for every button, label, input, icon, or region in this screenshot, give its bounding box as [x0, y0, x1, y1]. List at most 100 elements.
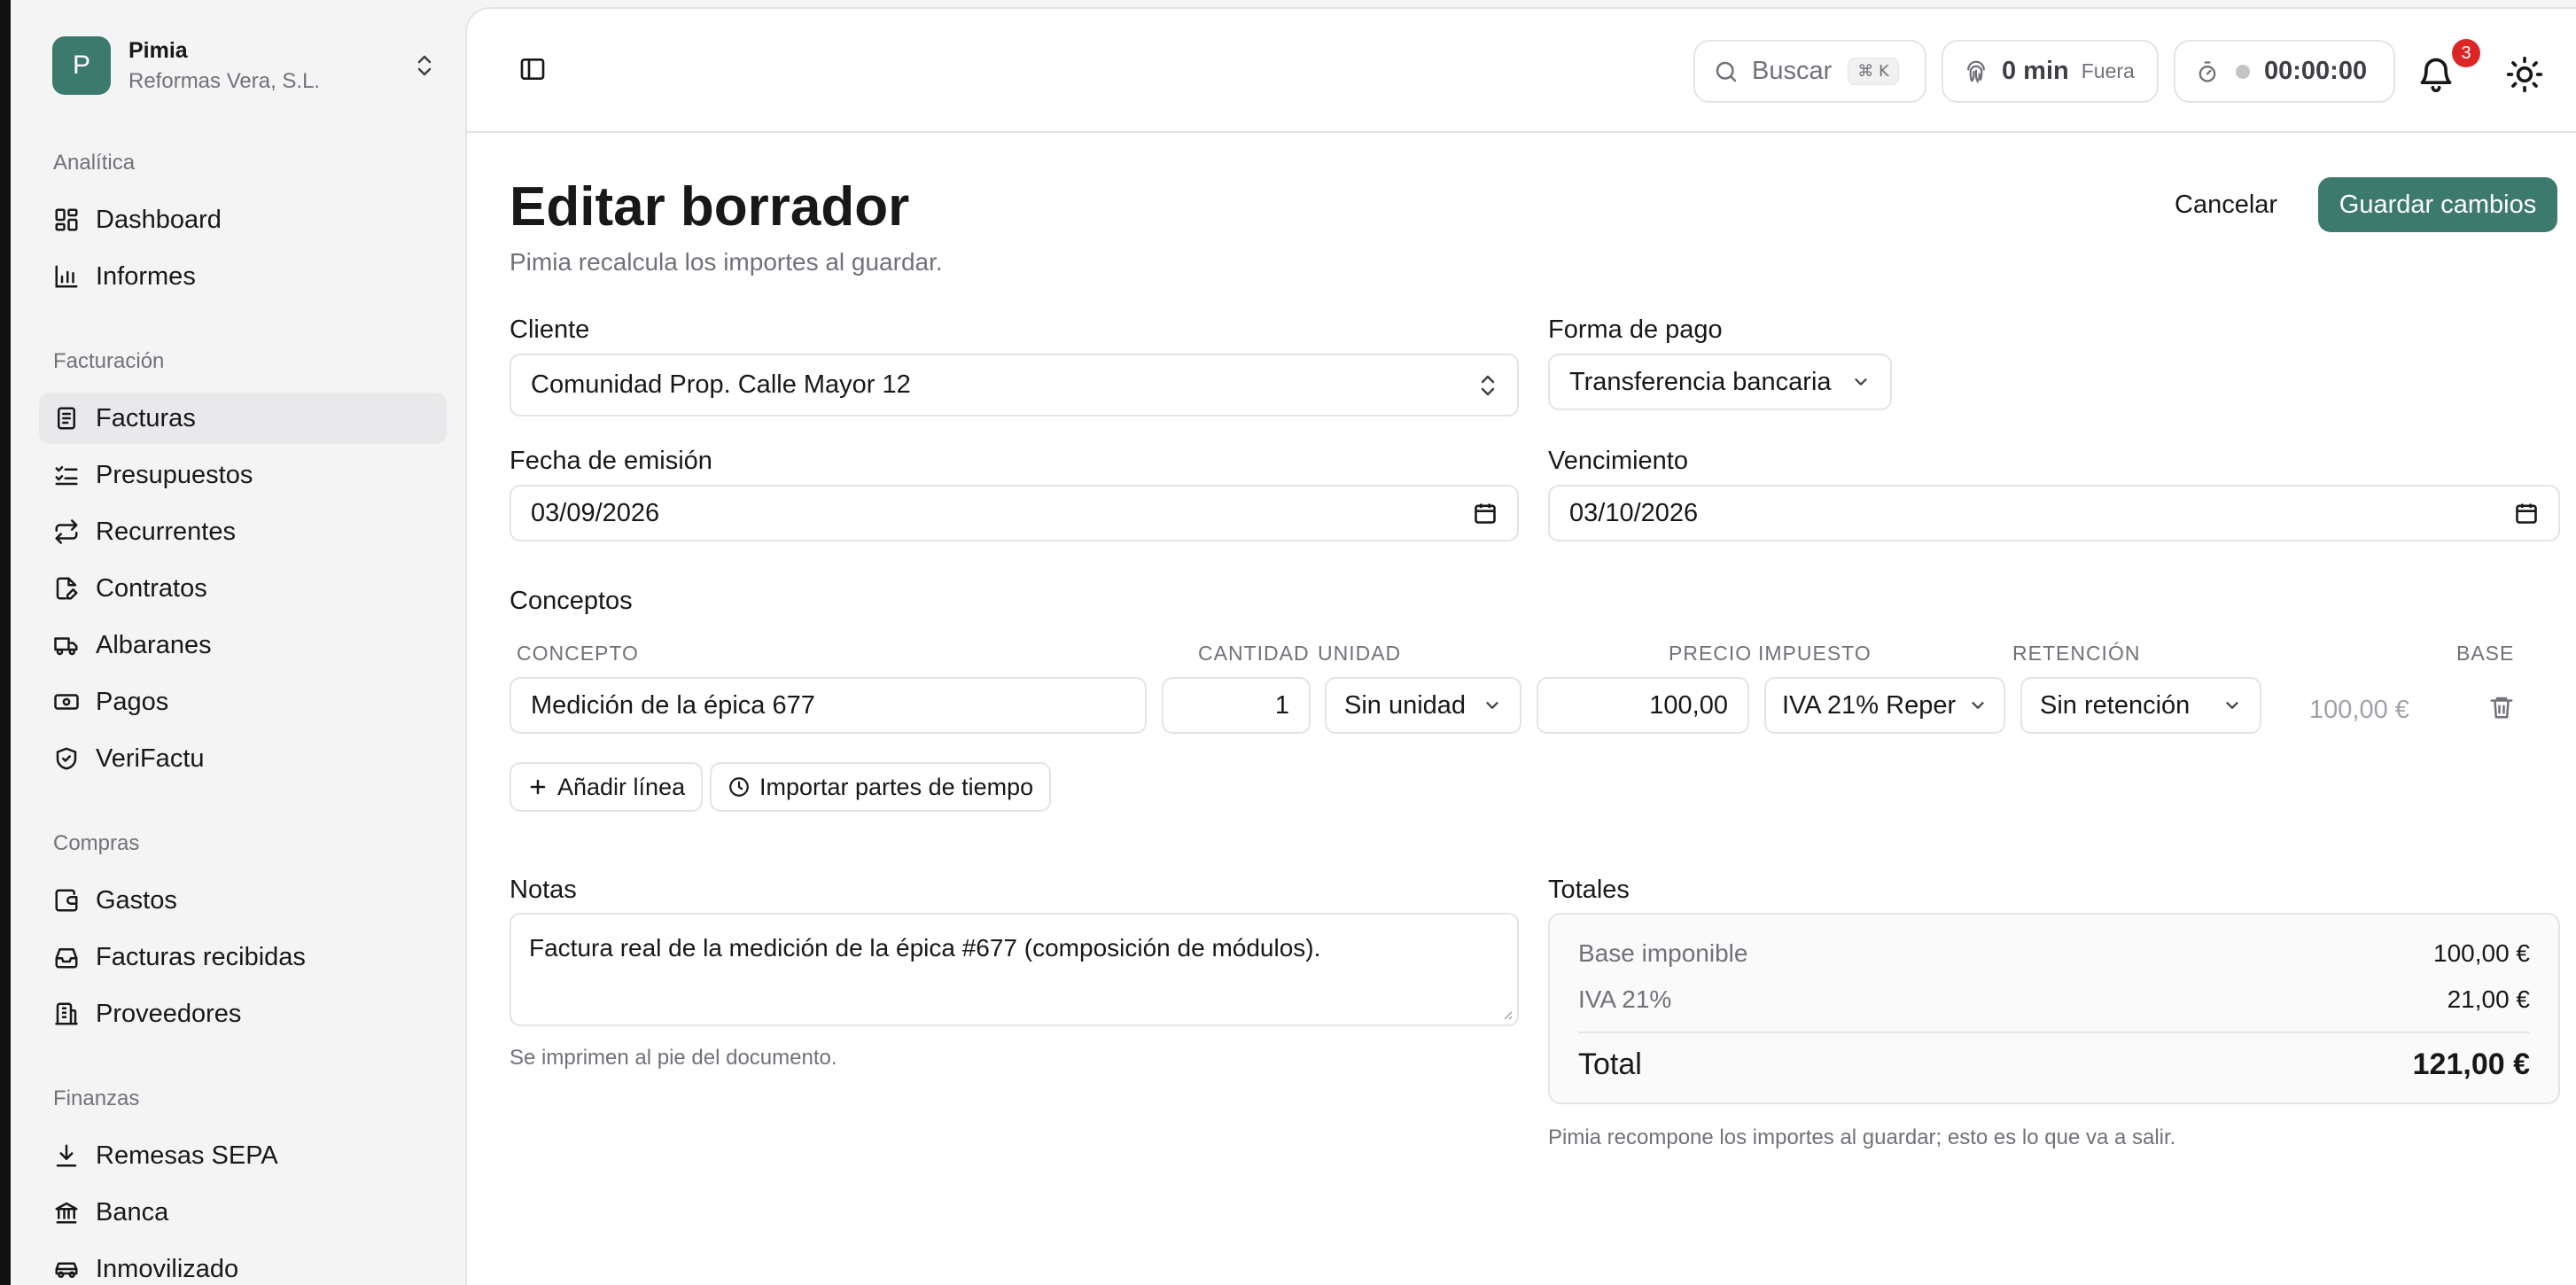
inbox-icon — [55, 948, 78, 969]
sidebar-item-label: Inmovilizado — [96, 1254, 239, 1283]
sidebar-item-recurrentes[interactable]: Recurrentes — [39, 506, 447, 557]
stopwatch-icon — [2199, 60, 2216, 82]
totals-tax-label: IVA 21% — [1578, 985, 1672, 1013]
sidebar: P Pimia Reformas Vera, S.L. Analítica Da… — [11, 0, 464, 1285]
car-icon — [55, 1262, 78, 1278]
clock-icon — [729, 777, 749, 797]
due-date-input[interactable]: 03/10/2026 — [1548, 485, 2560, 541]
line-quantity-input[interactable]: 1 — [1162, 677, 1311, 734]
cancel-button[interactable]: Cancelar — [2155, 177, 2297, 232]
wallet-icon — [55, 889, 78, 912]
timer-status-dot — [2236, 64, 2250, 79]
sidebar-item-label: VeriFactu — [96, 744, 205, 773]
sidebar-item-proveedores[interactable]: Proveedores — [39, 988, 447, 1040]
delete-line-button[interactable] — [2486, 691, 2518, 723]
sidebar-toggle-button[interactable] — [515, 51, 550, 87]
window-edge — [0, 0, 11, 1285]
file-edit-icon — [56, 577, 78, 600]
add-line-label: Añadir línea — [557, 773, 686, 800]
sidebar-item-informes[interactable]: Informes — [39, 251, 447, 302]
sidebar-item-label: Albaranes — [96, 630, 212, 659]
totals-panel: Base imponible 100,00 € IVA 21% 21,00 € … — [1548, 913, 2560, 1104]
totals-tax-row: IVA 21% 21,00 € — [1578, 985, 2530, 1014]
sidebar-item-albaranes[interactable]: Albaranes — [39, 619, 447, 671]
sidebar-item-label: Banca — [96, 1197, 169, 1227]
line-concept-input[interactable]: Medición de la épica 677 — [510, 677, 1147, 734]
sidebar-item-label: Pagos — [96, 687, 169, 716]
timer-button[interactable]: 00:00:00 — [2174, 40, 2395, 103]
add-line-button[interactable]: Añadir línea — [510, 762, 704, 812]
notifications-badge: 3 — [2452, 39, 2480, 67]
totals-base-label: Base imponible — [1578, 939, 1748, 967]
resize-handle-icon[interactable] — [1499, 1007, 1514, 1021]
time-tracked-button[interactable]: 0 min Fuera — [1942, 40, 2159, 103]
truck-icon — [54, 637, 78, 656]
line-unit-select[interactable]: Sin unidad — [1325, 677, 1521, 734]
sidebar-item-presupuestos[interactable]: Presupuestos — [39, 449, 447, 501]
page-subtitle: Pimia recalcula los importes al guardar. — [510, 248, 943, 276]
totals-total-row: Total 121,00 € — [1578, 1047, 2530, 1082]
plus-icon — [530, 779, 546, 795]
fingerprint-icon — [1967, 60, 1985, 82]
issue-date-label: Fecha de emisión — [510, 447, 712, 475]
line-price-input[interactable]: 100,00 — [1537, 677, 1749, 734]
totals-tax-value: 21,00 € — [2447, 985, 2530, 1013]
import-time-button[interactable]: Importar partes de tiempo — [710, 762, 1052, 812]
client-select[interactable]: Comunidad Prop. Calle Mayor 12 — [510, 354, 1519, 417]
sidebar-item-contratos[interactable]: Contratos — [39, 563, 447, 614]
sidebar-item-label: Remesas SEPA — [96, 1141, 278, 1170]
dashboard-icon — [55, 208, 78, 231]
issue-date-value: 03/09/2026 — [531, 498, 660, 527]
notes-value: Factura real de la medición de la épica … — [529, 934, 1321, 962]
column-header-withholding: RETENCIÓN — [2012, 642, 2141, 665]
totals-hint: Pimia recompone los importes al guardar;… — [1548, 1125, 2176, 1149]
line-tax-value: IVA 21% Reper — [1782, 690, 1957, 720]
payment-select[interactable]: Transferencia bancaria — [1548, 354, 1892, 410]
search-shortcut: ⌘ K — [1848, 58, 1899, 85]
totals-label: Totales — [1548, 876, 1630, 904]
chevron-down-icon — [1486, 702, 1498, 709]
bell-icon — [2420, 58, 2452, 93]
sidebar-item-label: Gastos — [96, 885, 177, 915]
sidebar-item-pagos[interactable]: Pagos — [39, 676, 447, 728]
notifications-button[interactable] — [2416, 55, 2455, 94]
search-button[interactable]: Buscar ⌘ K — [1693, 40, 1926, 103]
client-value: Comunidad Prop. Calle Mayor 12 — [531, 370, 911, 399]
building-icon — [55, 1002, 78, 1025]
trash-icon — [2490, 697, 2513, 719]
bar-chart-icon — [55, 265, 78, 288]
repeat-icon — [55, 519, 78, 544]
line-withholding-value: Sin retención — [2040, 690, 2191, 720]
notes-textarea[interactable]: Factura real de la medición de la épica … — [510, 913, 1519, 1026]
sidebar-item-facturas[interactable]: Facturas — [39, 393, 447, 444]
org-switcher[interactable]: P Pimia Reformas Vera, S.L. — [52, 35, 442, 97]
line-withholding-select[interactable]: Sin retención — [2020, 677, 2261, 734]
totals-base-value: 100,00 € — [2433, 939, 2530, 967]
org-avatar: P — [52, 36, 111, 95]
client-label: Cliente — [510, 315, 590, 344]
nav-section-facturacion: Facturación — [53, 349, 165, 373]
sidebar-item-gastos[interactable]: Gastos — [39, 875, 447, 926]
org-company: Reformas Vera, S.L. — [128, 68, 321, 93]
due-date-value: 03/10/2026 — [1569, 498, 1699, 527]
sidebar-item-dashboard[interactable]: Dashboard — [39, 194, 447, 245]
sidebar-item-facturas-recibidas[interactable]: Facturas recibidas — [39, 931, 447, 983]
sidebar-item-label: Informes — [96, 261, 196, 291]
line-unit-value: Sin unidad — [1344, 690, 1467, 720]
chevron-down-icon — [1972, 702, 1984, 709]
issue-date-input[interactable]: 03/09/2026 — [510, 485, 1519, 541]
theme-toggle-button[interactable] — [2505, 55, 2544, 94]
column-header-quantity: CANTIDAD — [1198, 642, 1310, 665]
save-button[interactable]: Guardar cambios — [2318, 177, 2557, 232]
org-name: Pimia — [128, 37, 188, 63]
column-header-base: BASE — [2456, 642, 2515, 665]
sidebar-item-remesas-sepa[interactable]: Remesas SEPA — [39, 1130, 447, 1181]
sidebar-item-label: Recurrentes — [96, 517, 236, 546]
invoice-icon — [58, 407, 75, 430]
line-tax-select[interactable]: IVA 21% Reper — [1764, 677, 2005, 734]
sidebar-item-inmovilizado[interactable]: Inmovilizado — [39, 1243, 447, 1285]
search-label: Buscar — [1752, 57, 1833, 85]
sidebar-item-banca[interactable]: Banca — [39, 1187, 447, 1238]
sidebar-item-verifactu[interactable]: VeriFactu — [39, 733, 447, 784]
notes-label: Notas — [510, 876, 577, 904]
